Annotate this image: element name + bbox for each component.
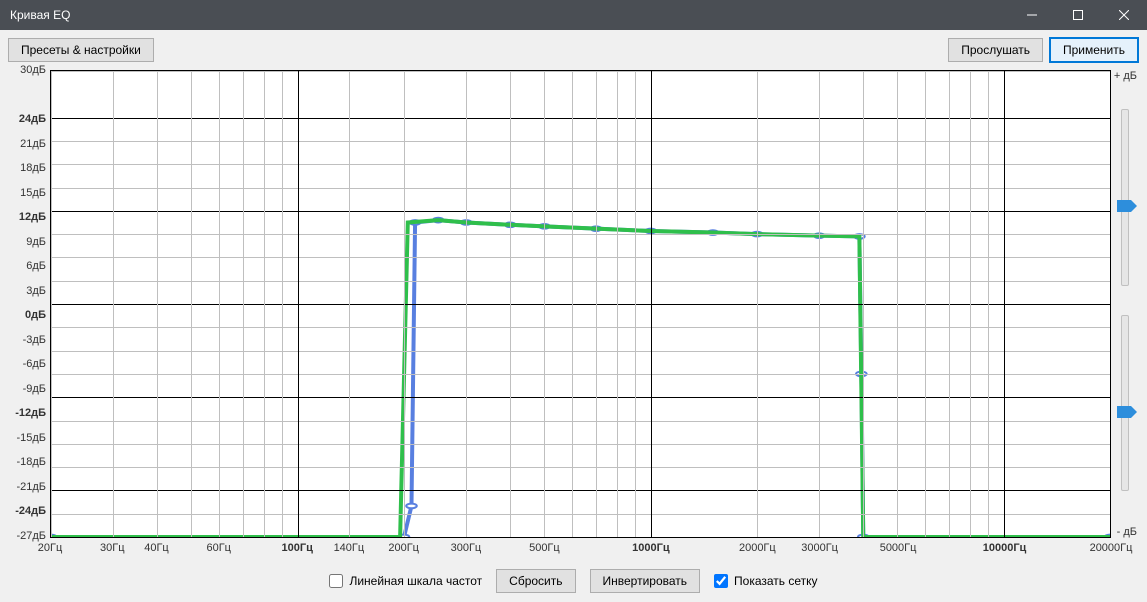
plus-db-slider-thumb[interactable] <box>1117 200 1137 212</box>
x-tick-label: 200Гц <box>388 542 419 554</box>
y-tick-label: -3дБ <box>23 334 46 346</box>
y-tick-label: -21дБ <box>16 481 46 493</box>
eq-chart[interactable] <box>50 70 1111 538</box>
minimize-button[interactable] <box>1009 0 1055 30</box>
bottom-toolbar: Линейная шкала частот Сбросить Инвертиро… <box>0 560 1147 602</box>
chart-wrap: 20Гц30Гц40Гц60Гц100Гц140Гц200Гц300Гц500Г… <box>50 70 1111 560</box>
window-title: Кривая EQ <box>10 8 1009 22</box>
y-tick-label: -6дБ <box>23 358 46 370</box>
x-axis: 20Гц30Гц40Гц60Гц100Гц140Гц200Гц300Гц500Г… <box>50 540 1111 560</box>
y-tick-label: -9дБ <box>23 383 46 395</box>
y-tick-label: 18дБ <box>20 162 46 174</box>
x-tick-label: 30Гц <box>100 542 125 554</box>
maximize-button[interactable] <box>1055 0 1101 30</box>
x-tick-label: 2000Гц <box>739 542 776 554</box>
y-tick-label: -27дБ <box>16 530 46 542</box>
close-button[interactable] <box>1101 0 1147 30</box>
y-tick-label: -12дБ <box>15 407 46 419</box>
y-tick-label: 21дБ <box>20 138 46 150</box>
x-tick-label: 20Гц <box>38 542 63 554</box>
x-tick-label: 1000Гц <box>632 542 669 554</box>
x-tick-label: 500Гц <box>529 542 560 554</box>
linear-scale-label: Линейная шкала частот <box>349 574 482 588</box>
y-tick-label: 24дБ <box>19 113 46 125</box>
y-tick-label: 6дБ <box>26 260 46 272</box>
minus-db-slider-thumb[interactable] <box>1117 406 1137 418</box>
linear-scale-checkbox[interactable]: Линейная шкала частот <box>329 574 482 588</box>
show-grid-checkbox[interactable]: Показать сетку <box>714 574 818 588</box>
y-tick-label: -15дБ <box>16 432 46 444</box>
apply-button[interactable]: Применить <box>1049 37 1139 63</box>
x-tick-label: 140Гц <box>334 542 365 554</box>
x-tick-label: 60Гц <box>206 542 231 554</box>
window-controls <box>1009 0 1147 30</box>
curve-point[interactable] <box>406 504 417 509</box>
x-tick-label: 10000Гц <box>983 542 1027 554</box>
y-tick-label: 9дБ <box>26 236 46 248</box>
invert-button[interactable]: Инвертировать <box>590 569 701 593</box>
y-tick-label: 15дБ <box>20 187 46 199</box>
x-tick-label: 5000Гц <box>880 542 917 554</box>
top-toolbar: Пресеты & настройки Прослушать Применить <box>0 30 1147 70</box>
reset-button[interactable]: Сбросить <box>496 569 575 593</box>
presets-button[interactable]: Пресеты & настройки <box>8 38 154 62</box>
y-axis: 30дБ24дБ21дБ18дБ15дБ12дБ9дБ6дБ3дБ0дБ-3дБ… <box>6 70 50 560</box>
preview-button[interactable]: Прослушать <box>948 38 1043 62</box>
y-tick-label: 30дБ <box>20 64 46 76</box>
x-tick-label: 300Гц <box>451 542 482 554</box>
chart-area: 30дБ24дБ21дБ18дБ15дБ12дБ9дБ6дБ3дБ0дБ-3дБ… <box>0 70 1147 560</box>
show-grid-label: Показать сетку <box>734 574 818 588</box>
y-tick-label: -18дБ <box>16 456 46 468</box>
y-tick-label: 3дБ <box>26 285 46 297</box>
plus-db-slider-track[interactable] <box>1121 109 1129 285</box>
y-tick-label: 12дБ <box>19 211 46 223</box>
minus-db-label: - дБ <box>1117 526 1137 538</box>
x-tick-label: 40Гц <box>144 542 169 554</box>
minus-db-slider-track[interactable] <box>1121 315 1129 491</box>
x-tick-label: 100Гц <box>282 542 313 554</box>
x-tick-label: 3000Гц <box>801 542 838 554</box>
y-tick-label: 0дБ <box>25 309 46 321</box>
plus-db-label: + дБ <box>1114 70 1137 82</box>
window-titlebar: Кривая EQ <box>0 0 1147 30</box>
right-side-sliders: + дБ - дБ <box>1111 70 1141 560</box>
y-tick-label: -24дБ <box>15 505 46 517</box>
